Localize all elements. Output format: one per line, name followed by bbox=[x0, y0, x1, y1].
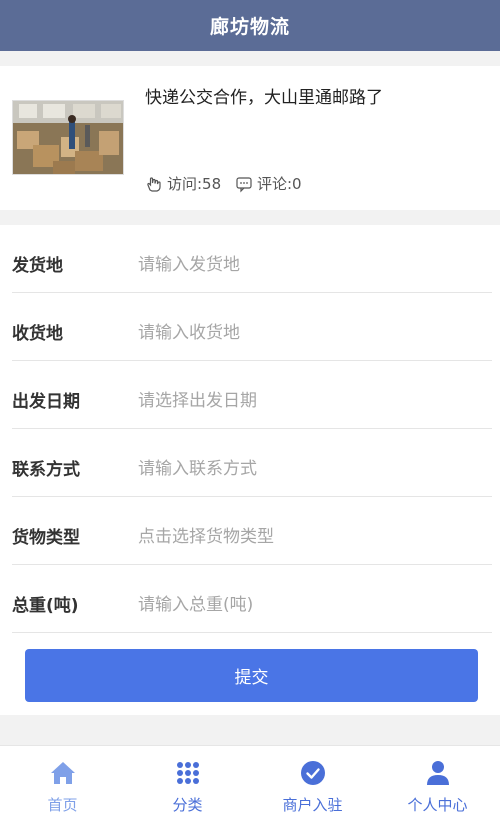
home-icon bbox=[50, 760, 76, 786]
user-icon bbox=[425, 760, 451, 786]
visit-count-text: 访问:58 bbox=[167, 175, 222, 193]
field-departure-date: 出发日期 bbox=[12, 361, 492, 429]
field-label: 收货地 bbox=[12, 324, 63, 344]
comment-count: 评论:0 bbox=[235, 173, 302, 194]
news-thumbnail[interactable] bbox=[12, 100, 124, 175]
field-label: 出发日期 bbox=[12, 392, 80, 412]
tab-category[interactable]: 分类 bbox=[125, 746, 250, 821]
cargo-type-select[interactable] bbox=[138, 523, 478, 551]
total-weight-input[interactable] bbox=[138, 591, 478, 619]
submit-button[interactable]: 提交 bbox=[25, 649, 478, 702]
app-header: 廊坊物流 bbox=[0, 0, 500, 51]
contact-input[interactable] bbox=[138, 455, 478, 483]
field-label: 联系方式 bbox=[12, 460, 80, 480]
page-title: 廊坊物流 bbox=[209, 16, 290, 38]
field-cargo-type: 货物类型 bbox=[12, 497, 492, 565]
tab-home[interactable]: 首页 bbox=[0, 746, 125, 821]
tab-label: 首页 bbox=[47, 796, 78, 814]
hand-icon bbox=[147, 176, 161, 192]
shipping-form: 发货地 收货地 出发日期 联系方式 货物类型 总重(吨) 提交 bbox=[0, 225, 500, 715]
news-title[interactable]: 快递公交合作，大山里通邮路了 bbox=[145, 83, 383, 108]
tab-merchant-join[interactable]: 商户入驻 bbox=[250, 746, 375, 821]
comment-count-text: 评论:0 bbox=[257, 175, 302, 193]
field-label: 发货地 bbox=[12, 256, 63, 276]
tab-profile[interactable]: 个人中心 bbox=[375, 746, 500, 821]
bottom-tab-bar: 首页 分类 商户入驻 个人中心 bbox=[0, 745, 500, 821]
tab-label: 分类 bbox=[172, 796, 203, 814]
comment-icon bbox=[236, 176, 252, 192]
field-total-weight: 总重(吨) bbox=[12, 565, 492, 633]
field-label: 货物类型 bbox=[12, 528, 80, 548]
tab-label: 商户入驻 bbox=[282, 796, 343, 814]
check-circle-icon bbox=[300, 760, 326, 786]
departure-date-picker[interactable] bbox=[138, 387, 478, 415]
news-card[interactable]: 快递公交合作，大山里通邮路了 访问:58 评论:0 bbox=[0, 66, 500, 210]
field-contact: 联系方式 bbox=[12, 429, 492, 497]
tab-label: 个人中心 bbox=[407, 796, 468, 814]
field-label: 总重(吨) bbox=[12, 596, 79, 616]
field-origin: 发货地 bbox=[12, 225, 492, 293]
field-destination: 收货地 bbox=[12, 293, 492, 361]
grid-icon bbox=[175, 760, 201, 786]
destination-input[interactable] bbox=[138, 319, 478, 347]
visit-count: 访问:58 bbox=[145, 173, 221, 194]
origin-input[interactable] bbox=[138, 251, 478, 279]
